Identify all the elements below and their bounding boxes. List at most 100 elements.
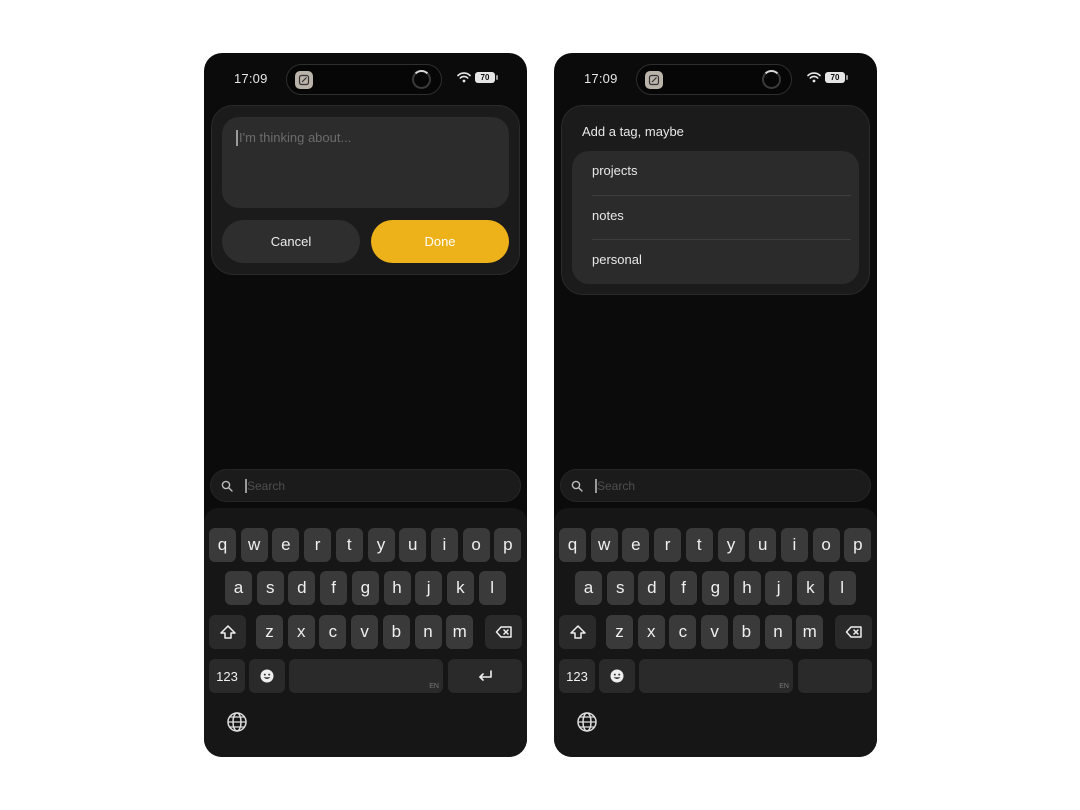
key-n[interactable]: n	[764, 615, 792, 649]
key-a[interactable]: a	[225, 571, 252, 605]
return-key[interactable]	[798, 659, 872, 693]
key-w[interactable]: w	[240, 528, 268, 562]
search-placeholder: Search	[597, 479, 636, 493]
backspace-key[interactable]	[485, 615, 522, 649]
search-icon	[221, 480, 233, 492]
key-f[interactable]: f	[320, 571, 348, 605]
compose-card: I'm thinking about... Cancel Done	[211, 105, 520, 275]
tag-item-personal[interactable]: personal	[572, 240, 859, 284]
backspace-icon	[845, 626, 862, 638]
key-m[interactable]: m	[796, 615, 824, 649]
key-a[interactable]: a	[575, 571, 602, 605]
key-j[interactable]: j	[415, 571, 443, 605]
key-o[interactable]: o	[812, 528, 840, 562]
tag-label: projects	[592, 163, 638, 178]
battery-tip	[496, 75, 498, 80]
activity-spinner-icon	[762, 70, 781, 89]
done-button[interactable]: Done	[371, 220, 509, 263]
space-key[interactable]: EN	[289, 659, 443, 693]
backspace-key[interactable]	[835, 615, 872, 649]
key-p[interactable]: p	[844, 528, 872, 562]
globe-icon[interactable]	[226, 711, 248, 733]
thought-placeholder: I'm thinking about...	[239, 130, 352, 145]
key-w[interactable]: w	[590, 528, 618, 562]
key-u[interactable]: u	[399, 528, 427, 562]
key-q[interactable]: q	[209, 528, 236, 562]
key-r[interactable]: r	[304, 528, 332, 562]
key-k[interactable]: k	[446, 571, 474, 605]
key-u[interactable]: u	[749, 528, 777, 562]
numbers-key[interactable]: 123	[209, 659, 245, 693]
tag-item-notes[interactable]: notes	[572, 196, 859, 240]
key-t[interactable]: t	[335, 528, 363, 562]
return-key[interactable]	[448, 659, 522, 693]
key-v[interactable]: v	[701, 615, 729, 649]
key-e[interactable]: e	[622, 528, 650, 562]
key-e[interactable]: e	[272, 528, 300, 562]
key-b[interactable]: b	[382, 615, 410, 649]
shift-icon	[569, 625, 586, 639]
key-q[interactable]: q	[559, 528, 586, 562]
key-d[interactable]: d	[288, 571, 316, 605]
status-time: 17:09	[584, 71, 618, 86]
key-y[interactable]: y	[717, 528, 745, 562]
key-d[interactable]: d	[638, 571, 666, 605]
globe-icon[interactable]	[576, 711, 598, 733]
tag-item-projects[interactable]: projects	[572, 151, 859, 195]
search-icon	[571, 480, 583, 492]
key-o[interactable]: o	[462, 528, 490, 562]
key-n[interactable]: n	[414, 615, 442, 649]
key-z[interactable]: z	[256, 615, 283, 649]
shift-key[interactable]	[559, 615, 596, 649]
search-input[interactable]: Search	[210, 469, 521, 502]
key-v[interactable]: v	[351, 615, 379, 649]
dynamic-island[interactable]	[286, 64, 442, 95]
activity-spinner-icon	[412, 70, 431, 89]
tag-card-title: Add a tag, maybe	[582, 124, 684, 139]
key-c[interactable]: c	[669, 615, 697, 649]
status-time: 17:09	[234, 71, 268, 86]
key-l[interactable]: l	[828, 571, 856, 605]
key-h[interactable]: h	[733, 571, 761, 605]
key-m[interactable]: m	[446, 615, 474, 649]
numbers-key[interactable]: 123	[559, 659, 595, 693]
phone-screen-tags: 17:09 70 Add a tag, maybe projects notes…	[554, 53, 877, 757]
dynamic-island[interactable]	[636, 64, 792, 95]
key-z[interactable]: z	[606, 615, 633, 649]
key-p[interactable]: p	[494, 528, 522, 562]
tag-label: notes	[592, 208, 624, 223]
keyboard: q w e r t y u i o p a s d f g h j k l z x c v b n m 123 EN	[204, 508, 527, 757]
shift-key[interactable]	[209, 615, 246, 649]
key-i[interactable]: i	[430, 528, 458, 562]
key-s[interactable]: s	[606, 571, 634, 605]
emoji-key[interactable]	[249, 659, 285, 693]
key-x[interactable]: x	[637, 615, 665, 649]
shift-icon	[219, 625, 236, 639]
key-g[interactable]: g	[351, 571, 379, 605]
notes-app-icon	[295, 71, 313, 89]
key-h[interactable]: h	[383, 571, 411, 605]
tag-list: projects notes personal	[572, 151, 859, 284]
key-j[interactable]: j	[765, 571, 793, 605]
key-g[interactable]: g	[701, 571, 729, 605]
search-placeholder: Search	[247, 479, 286, 493]
notes-app-icon	[645, 71, 663, 89]
key-i[interactable]: i	[780, 528, 808, 562]
search-input[interactable]: Search	[560, 469, 871, 502]
key-t[interactable]: t	[685, 528, 713, 562]
key-l[interactable]: l	[478, 571, 506, 605]
key-s[interactable]: s	[256, 571, 284, 605]
emoji-key[interactable]	[599, 659, 635, 693]
space-key[interactable]: EN	[639, 659, 793, 693]
battery-indicator: 70	[475, 72, 495, 83]
thought-input[interactable]: I'm thinking about...	[222, 117, 509, 208]
key-b[interactable]: b	[732, 615, 760, 649]
key-x[interactable]: x	[287, 615, 315, 649]
key-c[interactable]: c	[319, 615, 347, 649]
key-r[interactable]: r	[654, 528, 682, 562]
battery-tip	[846, 75, 848, 80]
cancel-button[interactable]: Cancel	[222, 220, 360, 263]
key-f[interactable]: f	[670, 571, 698, 605]
key-k[interactable]: k	[796, 571, 824, 605]
key-y[interactable]: y	[367, 528, 395, 562]
